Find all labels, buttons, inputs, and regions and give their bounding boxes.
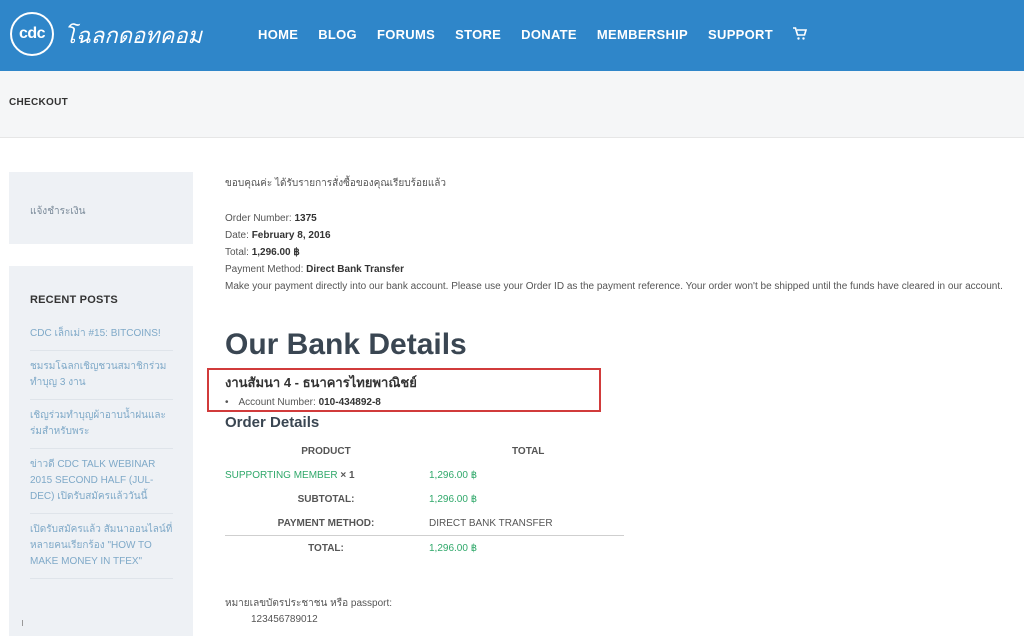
order-details-table: PRODUCT TOTAL SUPPORTING MEMBER × 1 1,29… bbox=[225, 440, 624, 560]
recent-posts-title: RECENT POSTS bbox=[30, 294, 118, 306]
order-total-row: Total: 1,296.00 ฿ bbox=[225, 247, 300, 258]
product-qty: × 1 bbox=[340, 469, 355, 481]
id-card-label: หมายเลขบัตรประชาชน หรือ passport: bbox=[225, 598, 393, 609]
site-header: cdc โฉลกดอทคอม HOME BLOG FORUMS STORE DO… bbox=[0, 0, 1024, 71]
thank-you-message: ขอบคุณค่ะ ได้รับรายการสั่งซื้อของคุณเรีย… bbox=[225, 178, 447, 189]
site-logo[interactable]: cdc โฉลกดอทคอม bbox=[10, 12, 203, 58]
sidebar-payment-widget: แจ้งชำระเงิน bbox=[9, 172, 193, 244]
account-number-row: • Account Number: 010-434892-8 bbox=[225, 397, 381, 408]
main-nav: HOME BLOG FORUMS STORE DONATE MEMBERSHIP… bbox=[248, 24, 808, 44]
order-summary: Order Number: 1375 Date: February 8, 201… bbox=[225, 210, 1005, 295]
nav-blog[interactable]: BLOG bbox=[318, 27, 357, 42]
order-number-row: Order Number: 1375 bbox=[225, 213, 317, 224]
column-header-product: PRODUCT bbox=[301, 446, 351, 457]
column-header-total: TOTAL bbox=[512, 446, 545, 457]
order-details-heading: Order Details bbox=[225, 414, 320, 431]
nav-membership[interactable]: MEMBERSHIP bbox=[597, 27, 688, 42]
page-title-bar: CHECKOUT bbox=[0, 71, 1024, 138]
recent-post-link[interactable]: ชมรมโฉลกเชิญชวนสมาชิกร่วมทำบุญ 3 งาน bbox=[30, 351, 173, 400]
order-date: February 8, 2016 bbox=[251, 230, 331, 241]
table-row: SUBTOTAL: 1,296.00 ฿ bbox=[225, 487, 624, 511]
nav-home[interactable]: HOME bbox=[258, 27, 298, 42]
cart-icon[interactable] bbox=[792, 27, 808, 41]
nav-forums[interactable]: FORUMS bbox=[377, 27, 435, 42]
logo-wordmark: โฉลกดอทคอม bbox=[64, 24, 203, 49]
payment-instructions: Make your payment directly into our bank… bbox=[225, 281, 1003, 292]
payment-method-row: Payment Method: Direct Bank Transfer bbox=[225, 264, 404, 275]
payment-method-value: DIRECT BANK TRANSFER bbox=[429, 517, 553, 529]
scroll-indicator bbox=[22, 620, 23, 626]
sidebar-recent-posts: RECENT POSTS CDC เล็กเม่า #15: BITCOINS!… bbox=[9, 266, 193, 636]
recent-post-link[interactable]: CDC เล็กเม่า #15: BITCOINS! bbox=[30, 320, 173, 351]
subtotal-value: 1,296.00 ฿ bbox=[429, 493, 478, 505]
subtotal-label: SUBTOTAL: bbox=[297, 493, 355, 505]
bank-details-heading: Our Bank Details bbox=[225, 328, 467, 361]
order-total: 1,296.00 ฿ bbox=[251, 247, 300, 258]
nav-store[interactable]: STORE bbox=[455, 27, 501, 42]
page-title: CHECKOUT bbox=[9, 97, 69, 108]
order-date-row: Date: February 8, 2016 bbox=[225, 230, 331, 241]
table-header-row: PRODUCT TOTAL bbox=[225, 440, 624, 463]
total-value: 1,296.00 ฿ bbox=[427, 535, 624, 560]
table-row: TOTAL: 1,296.00 ฿ bbox=[225, 535, 624, 560]
payment-notice-link[interactable]: แจ้งชำระเงิน bbox=[30, 204, 85, 219]
nav-support[interactable]: SUPPORT bbox=[708, 27, 773, 42]
table-row: PAYMENT METHOD: DIRECT BANK TRANSFER bbox=[225, 511, 624, 536]
payment-method: Direct Bank Transfer bbox=[306, 264, 404, 275]
recent-posts-list: CDC เล็กเม่า #15: BITCOINS! ชมรมโฉลกเชิญ… bbox=[30, 320, 173, 579]
id-card-info: หมายเลขบัตรประชาชน หรือ passport: 123456… bbox=[225, 596, 392, 628]
product-total: 1,296.00 ฿ bbox=[429, 469, 478, 481]
recent-post-link[interactable]: เปิดรับสมัครแล้ว สัมนาออนไลน์ที่หลายคนเร… bbox=[30, 514, 173, 579]
account-number: 010-434892-8 bbox=[318, 397, 381, 408]
bank-name: งานสัมนา 4 - ธนาคารไทยพาณิชย์ bbox=[225, 375, 417, 390]
logo-badge: cdc bbox=[10, 12, 54, 56]
recent-post-link[interactable]: เชิญร่วมทำบุญผ้าอาบน้ำฝนและร่มสำหรับพระ bbox=[30, 400, 173, 449]
nav-donate[interactable]: DONATE bbox=[521, 27, 577, 42]
order-number: 1375 bbox=[294, 213, 317, 224]
total-label: TOTAL: bbox=[225, 535, 427, 560]
bullet-icon: • bbox=[225, 397, 229, 408]
product-link[interactable]: SUPPORTING MEMBER bbox=[225, 470, 338, 481]
recent-post-link[interactable]: ข่าวดี CDC TALK WEBINAR 2015 SECOND HALF… bbox=[30, 449, 173, 514]
table-row: SUPPORTING MEMBER × 1 1,296.00 ฿ bbox=[225, 463, 624, 487]
payment-method-label: PAYMENT METHOD: bbox=[277, 517, 375, 529]
